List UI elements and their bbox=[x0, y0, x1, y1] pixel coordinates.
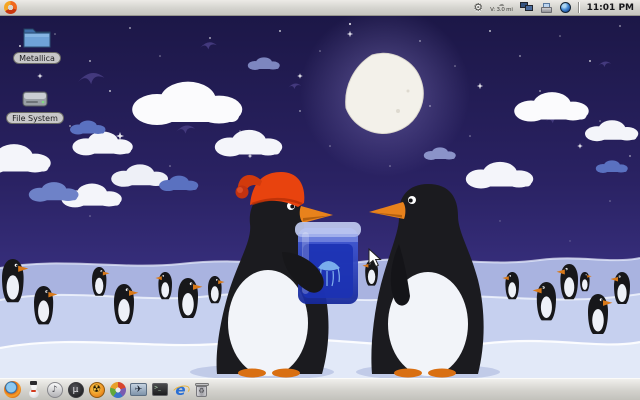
top-panel: ⚙ ☁ V: 3.0 mi 11:01 PM bbox=[0, 0, 640, 16]
desktop-icon-label: File System bbox=[6, 112, 64, 124]
network-monitors-icon[interactable] bbox=[519, 2, 534, 13]
system-tray: ⚙ ☁ V: 3.0 mi 11:01 PM bbox=[473, 2, 636, 13]
dock-trash-icon[interactable]: ♻ bbox=[192, 380, 211, 399]
gear-icon[interactable]: ⚙ bbox=[473, 2, 483, 13]
folder-icon bbox=[23, 28, 51, 48]
wallpaper-penguins-night bbox=[0, 16, 640, 378]
blue-globe-tray-icon[interactable] bbox=[559, 2, 571, 13]
dock: ♪ µ ☢ ✈ >_ e ♻ bbox=[0, 378, 640, 400]
dock-pinwheel-icon[interactable] bbox=[108, 380, 127, 399]
weather-visibility-label: V: 3.0 mi bbox=[490, 7, 513, 13]
printer-icon[interactable] bbox=[540, 2, 553, 13]
desktop-icon-metallica[interactable]: Metallica bbox=[9, 24, 65, 64]
dock-radiation-app-icon[interactable]: ☢ bbox=[87, 380, 106, 399]
panel-separator bbox=[577, 2, 580, 13]
dock-firefox-icon[interactable] bbox=[3, 380, 22, 399]
hard-drive-icon bbox=[22, 91, 48, 107]
desktop-icon-file-system[interactable]: File System bbox=[6, 86, 64, 124]
mouse-cursor bbox=[368, 248, 382, 268]
desktop-area[interactable]: Metallica File System bbox=[0, 16, 640, 378]
weather-widget[interactable]: ☁ V: 3.0 mi bbox=[490, 2, 513, 13]
dock-music-player-icon[interactable]: ♪ bbox=[45, 380, 64, 399]
dock-terminal-icon[interactable]: >_ bbox=[150, 380, 169, 399]
dock-snowman-icon[interactable] bbox=[24, 380, 43, 399]
applications-menu-icon[interactable] bbox=[4, 1, 17, 14]
dock-jet-photo-icon[interactable]: ✈ bbox=[129, 380, 148, 399]
dock-mu-app-icon[interactable]: µ bbox=[66, 380, 85, 399]
desktop-icon-label: Metallica bbox=[13, 52, 61, 64]
dock-internet-explorer-icon[interactable]: e bbox=[171, 380, 190, 399]
desktop-screen: ⚙ ☁ V: 3.0 mi 11:01 PM Metallica File Sy… bbox=[0, 0, 640, 400]
clock[interactable]: 11:01 PM bbox=[587, 3, 636, 13]
